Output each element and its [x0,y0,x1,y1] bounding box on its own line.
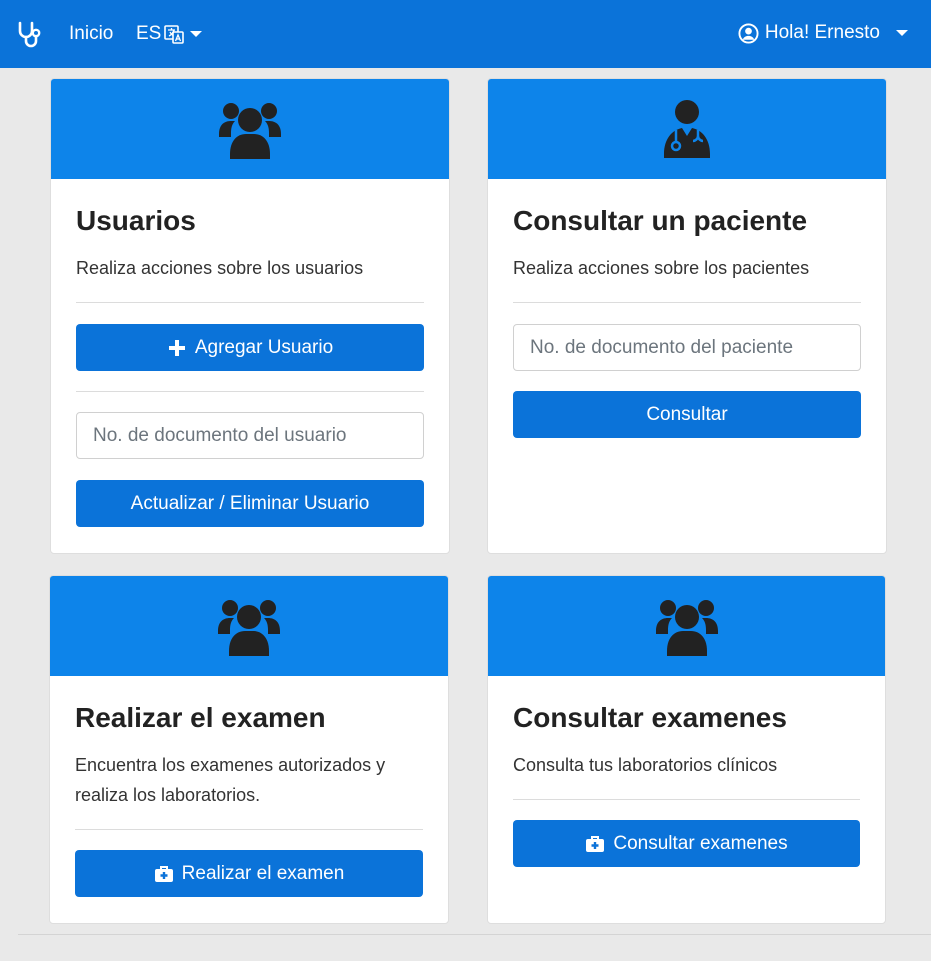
user-greeting: Hola! Ernesto [764,22,880,43]
add-user-button[interactable]: Agregar Usuario [76,324,424,371]
language-label: ES [136,23,162,44]
button-label: Consultar examenes [613,832,788,854]
exam-card: Realizar el examen Encuentra los examene… [49,575,449,924]
card-header [488,79,886,179]
update-delete-user-button[interactable]: Actualizar / Eliminar Usuario [76,480,424,527]
doctor-icon [664,100,710,158]
divider [513,799,860,800]
patient-card: Consultar un paciente Realiza acciones s… [487,78,887,554]
card-description: Realiza acciones sobre los usuarios [76,258,364,278]
patient-document-input[interactable] [513,324,861,371]
divider [76,391,424,392]
card-header [50,576,448,676]
plus-icon [168,339,185,356]
chevron-down-icon [896,30,908,36]
card-title: Usuarios [76,205,196,236]
card-description: Realiza acciones sobre los pacientes [513,258,810,278]
footer-divider [18,934,931,935]
card-description: Encuentra los examenes autorizados y rea… [75,755,386,805]
divider [513,302,861,303]
card-title: Consultar examenes [513,702,787,733]
button-label: Realizar el examen [181,862,345,884]
user-menu[interactable]: Hola! Ernesto [738,22,908,44]
language-dropdown[interactable]: ES [136,23,203,45]
card-header [488,576,885,676]
divider [76,302,424,303]
user-document-input[interactable] [76,412,424,459]
users-icon [655,600,718,656]
consult-exams-button[interactable]: Consultar examenes [513,820,860,867]
results-card: Consultar examenes Consulta tus laborato… [487,575,886,924]
button-label: Agregar Usuario [194,336,334,358]
consult-patient-button[interactable]: Consultar [513,391,861,438]
users-icon [219,103,281,159]
chevron-down-icon [190,31,203,37]
medical-kit-icon [586,835,605,852]
divider [75,829,423,830]
translate-icon [164,24,185,44]
card-title: Consultar un paciente [513,205,808,236]
user-circle-icon [738,22,759,44]
nav-home-link[interactable]: Inicio [69,23,113,45]
top-navbar: Inicio ES Hola! Ernesto [0,0,931,68]
users-icon [218,600,280,656]
perform-exam-button[interactable]: Realizar el examen [75,850,423,897]
stethoscope-icon[interactable] [16,21,42,49]
card-header [51,79,449,179]
users-card: Usuarios Realiza acciones sobre los usua… [50,78,450,554]
medical-kit-icon [154,865,173,882]
card-description: Consulta tus laboratorios clínicos [513,755,778,775]
card-title: Realizar el examen [75,702,326,733]
